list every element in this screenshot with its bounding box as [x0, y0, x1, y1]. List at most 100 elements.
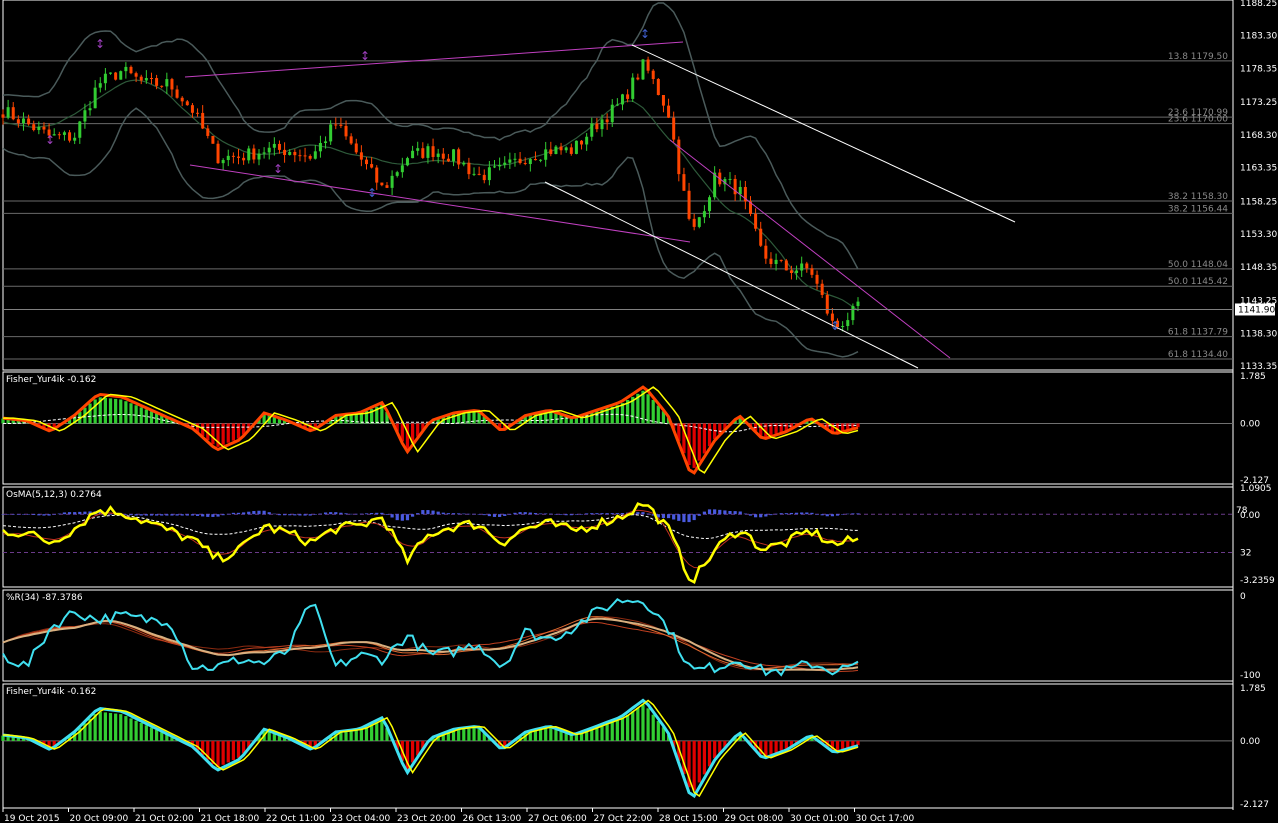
candle-body: [190, 105, 194, 113]
candle-body: [201, 112, 205, 129]
trendline-lower-magenta: [189, 164, 691, 243]
candle-body: [329, 124, 333, 142]
candle-body: [93, 87, 97, 109]
fib-label: 50.0 1145.42: [1168, 277, 1228, 287]
osma-bar: [661, 514, 666, 518]
candle-body: [467, 162, 471, 175]
candle-body: [21, 118, 25, 124]
candle-body: [789, 270, 793, 273]
osma-bar: [774, 513, 778, 515]
candle-body: [160, 85, 164, 87]
histogram-bar: [134, 405, 138, 424]
panel-axis-label: 0.00: [1240, 737, 1260, 747]
histogram-bar: [641, 704, 645, 741]
candle-body: [308, 155, 312, 159]
candle-body: [32, 124, 36, 131]
osma-bar: [364, 513, 369, 515]
fisher-main-line: [2, 385, 859, 475]
osma-bar: [784, 513, 788, 515]
candle-body: [313, 151, 317, 159]
osma-bar: [800, 512, 804, 515]
time-axis-label: 21 Oct 18:00: [201, 814, 260, 823]
histogram-bar: [221, 740, 225, 765]
candle-body: [370, 164, 374, 168]
osma-bar: [359, 513, 363, 515]
panel-axis-label: 1.0905: [1240, 484, 1272, 494]
candle-body: [349, 136, 353, 144]
osma-bar: [160, 514, 164, 516]
time-axis-label: 30 Oct 01:00: [790, 814, 849, 823]
histogram-bar: [544, 728, 548, 741]
histogram-bar: [631, 711, 635, 741]
osma-bar: [646, 513, 650, 515]
candle-body: [518, 158, 522, 164]
fractal-arrow-icon: ↕: [640, 27, 650, 41]
osma-bar: [400, 514, 404, 521]
candle-body: [692, 218, 696, 227]
price-axis-label: 1138.30: [1240, 329, 1277, 339]
candle-body: [667, 105, 671, 118]
histogram-bar: [462, 412, 466, 424]
candle-body: [365, 159, 369, 165]
histogram-bar: [549, 728, 553, 741]
osma-bar: [482, 514, 486, 516]
panel-frame-p3: [2, 589, 1234, 682]
osma-bar: [282, 514, 287, 516]
osma-bar: [549, 513, 553, 515]
osma-bar: [585, 513, 589, 515]
histogram-bar: [364, 726, 369, 741]
osma-bar: [370, 513, 374, 515]
osma-bar: [318, 513, 323, 515]
histogram-bar: [620, 718, 625, 741]
fib-label: 38.2 1156.44: [1168, 204, 1228, 214]
fib-label: 38.2 1158.30: [1168, 192, 1228, 202]
osma-bar: [216, 514, 220, 517]
histogram-bar: [129, 718, 133, 741]
osma-bar: [349, 513, 353, 515]
candle-body: [6, 107, 10, 118]
candle-body: [661, 94, 665, 106]
osma-bar: [6, 514, 10, 515]
histogram-bar: [615, 720, 619, 741]
osma-bar: [590, 513, 594, 515]
candle-body: [78, 121, 82, 138]
candle-body: [754, 213, 758, 229]
osma-bar: [67, 512, 72, 515]
candle-body: [682, 174, 686, 191]
candle-body: [713, 172, 717, 198]
osma-bar: [252, 511, 256, 515]
osma-bar: [713, 509, 717, 515]
candle-body: [411, 150, 415, 159]
histogram-bar: [646, 708, 650, 741]
osma-bar: [574, 514, 579, 515]
osma-bar: [339, 512, 343, 515]
wpr-ma-line: [2, 617, 859, 671]
candle-body: [129, 66, 133, 74]
candle-body: [708, 197, 712, 212]
osma-bar: [277, 514, 282, 516]
osma-bar: [344, 513, 348, 515]
candle-body: [841, 326, 845, 328]
histogram-bar: [769, 740, 773, 755]
osma-yellow-line: [2, 502, 859, 584]
histogram-bar: [707, 740, 712, 767]
histogram-bar: [835, 740, 840, 751]
osma-bar: [856, 513, 860, 515]
histogram-bar: [692, 740, 696, 791]
candle-body: [119, 71, 123, 80]
osma-bar: [329, 512, 333, 515]
histogram-bar: [149, 727, 154, 741]
candle-body: [155, 78, 159, 86]
candle-body: [533, 159, 537, 161]
osma-bar: [462, 513, 466, 515]
osma-bar: [129, 514, 133, 516]
candle-body: [1, 114, 5, 118]
panel-title: Fisher_Yur4ik -0.162: [6, 375, 96, 385]
panel-frame-p1: [2, 371, 1234, 485]
candle-body: [549, 149, 553, 155]
histogram-bar: [707, 423, 712, 447]
histogram-bar: [600, 725, 604, 741]
candle-body: [800, 263, 804, 271]
price-axis-label: 1163.35: [1240, 164, 1277, 174]
time-axis-label: 23 Oct 20:00: [397, 814, 456, 823]
